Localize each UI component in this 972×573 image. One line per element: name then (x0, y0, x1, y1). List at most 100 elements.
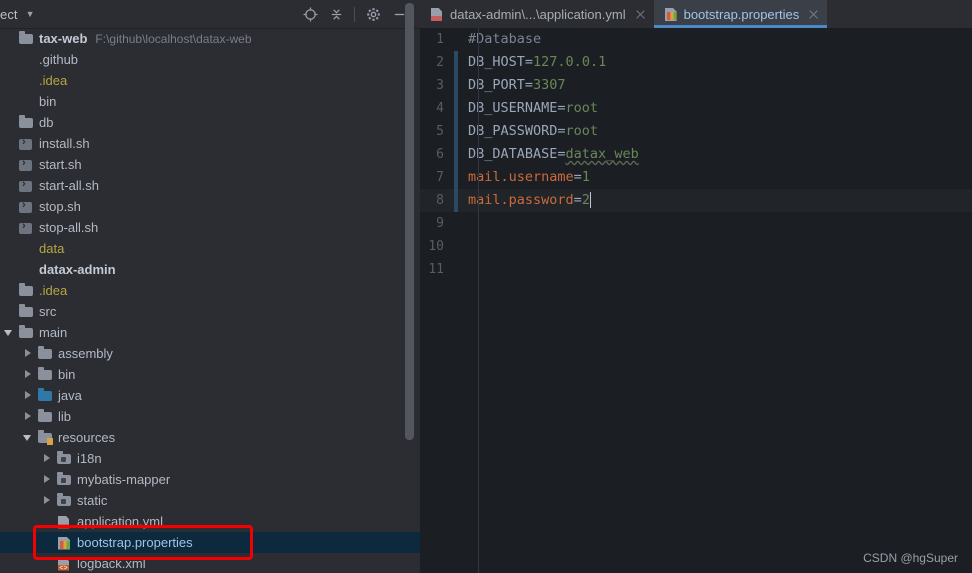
close-icon[interactable] (807, 8, 820, 21)
code-line: 1 #Database (420, 28, 972, 51)
chevron-right-icon[interactable] (42, 474, 53, 485)
folder-package-icon (56, 451, 72, 467)
shell-script-icon (18, 220, 34, 236)
code-line: 5 DB_PASSWORD=root (420, 120, 972, 143)
tree-icon-spacer (18, 73, 34, 89)
tree-item[interactable]: java (0, 385, 420, 406)
tree-item[interactable]: main (0, 322, 420, 343)
editor-tab[interactable]: bootstrap.properties (653, 0, 828, 28)
gutter-gap (458, 51, 468, 74)
property-equals: = (557, 146, 566, 162)
yml-file-icon (429, 6, 444, 22)
gutter-gap (458, 97, 468, 120)
tree-item[interactable]: .github (0, 49, 420, 70)
collapse-all-icon[interactable] (323, 2, 349, 26)
tree-item[interactable]: start.sh (0, 154, 420, 175)
tree-item-label: java (58, 388, 82, 403)
tree-item-label: bin (58, 367, 76, 382)
property-value: 2 (581, 192, 590, 208)
tree-item-label: main (39, 325, 68, 340)
toolbar-divider (354, 6, 355, 22)
tree-item[interactable]: logback.xml (0, 553, 420, 573)
chevron-right-icon[interactable] (23, 348, 34, 359)
tree-item[interactable]: start-all.sh (0, 175, 420, 196)
tree-item[interactable]: stop-all.sh (0, 217, 420, 238)
tree-item[interactable]: install.sh (0, 133, 420, 154)
tree-item[interactable]: stop.sh (0, 196, 420, 217)
line-number: 7 (436, 170, 444, 185)
gear-icon[interactable] (360, 2, 386, 26)
tree-item[interactable]: i18n (0, 448, 420, 469)
editor-tab[interactable]: datax-admin\...\application.yml (420, 0, 654, 28)
tree-item-label: .idea (39, 283, 68, 298)
gutter-gap (458, 120, 468, 143)
chevron-down-icon[interactable]: ▼ (26, 9, 35, 19)
chevron-right-icon[interactable] (42, 495, 53, 506)
code-line: 6 DB_DATABASE=datax_web (420, 143, 972, 166)
property-equals: = (573, 192, 582, 208)
tree-icon-spacer (18, 241, 34, 257)
tree-item-label: bin (39, 94, 57, 109)
tree-item-label: .github (39, 52, 79, 67)
code-text: DB_HOST=127.0.0.1 (468, 51, 606, 74)
tree-item[interactable]: mybatis-mapper (0, 469, 420, 490)
code-line: 10 (420, 235, 972, 258)
folder-icon (37, 409, 53, 425)
tree-item-label: data (39, 241, 65, 256)
tree-item[interactable]: lib (0, 406, 420, 427)
tree-item-label: install.sh (39, 136, 90, 151)
property-value: root (565, 123, 599, 139)
close-icon[interactable] (634, 8, 647, 21)
line-number: 5 (436, 124, 444, 139)
gutter-gap (458, 166, 468, 189)
folder-icon (37, 367, 53, 383)
tree-item[interactable]: data (0, 238, 420, 259)
chevron-down-icon[interactable] (23, 432, 34, 443)
code-line: 9 (420, 212, 972, 235)
tree-item[interactable]: static (0, 490, 420, 511)
gutter-gap (458, 74, 468, 97)
tree-icon-spacer (18, 262, 34, 278)
chevron-down-icon[interactable] (4, 327, 15, 338)
tree-item-label: bootstrap.properties (77, 535, 193, 550)
chevron-right-icon[interactable] (42, 453, 53, 464)
tree-item[interactable]: tax-web F:\github\localhost\datax-web (0, 28, 420, 49)
tree-item[interactable]: src (0, 301, 420, 322)
chevron-right-icon[interactable] (23, 411, 34, 422)
project-tree[interactable]: tax-web F:\github\localhost\datax-web .git… (0, 28, 420, 573)
code-line: 2 DB_HOST=127.0.0.1 (420, 51, 972, 74)
tree-item[interactable]: datax-admin (0, 259, 420, 280)
chevron-right-icon[interactable] (23, 369, 34, 380)
property-equals: = (524, 77, 534, 93)
tree-item[interactable]: bin (0, 364, 420, 385)
tree-item[interactable]: .idea (0, 70, 420, 91)
property-value: 127.0.0.1 (533, 54, 607, 70)
project-panel-scrollbar[interactable] (405, 3, 414, 440)
tree-item-label: datax-admin (39, 262, 116, 277)
tree-item[interactable]: resources (0, 427, 420, 448)
tree-item[interactable]: .idea (0, 280, 420, 301)
locate-icon[interactable] (297, 2, 323, 26)
folder-icon (37, 346, 53, 362)
shell-script-icon (18, 199, 34, 215)
tree-item-label: tax-web (39, 31, 88, 46)
code-editor[interactable]: 1 #Database 2 DB_HOST=127.0.0.1 3 DB_PORT=330… (420, 28, 972, 573)
tree-icon-spacer (18, 94, 34, 110)
tree-item[interactable]: application.yml (0, 511, 420, 532)
tree-item[interactable]: assembly (0, 343, 420, 364)
tree-item[interactable]: db (0, 112, 420, 133)
code-line: 11 (420, 258, 972, 281)
tree-item-label: i18n (77, 451, 102, 466)
project-panel-title: ect (0, 6, 18, 22)
tree-item-selected[interactable]: bootstrap.properties (0, 532, 420, 553)
chevron-right-icon[interactable] (23, 390, 34, 401)
tree-item[interactable]: bin (0, 91, 420, 112)
folder-package-icon (56, 493, 72, 509)
